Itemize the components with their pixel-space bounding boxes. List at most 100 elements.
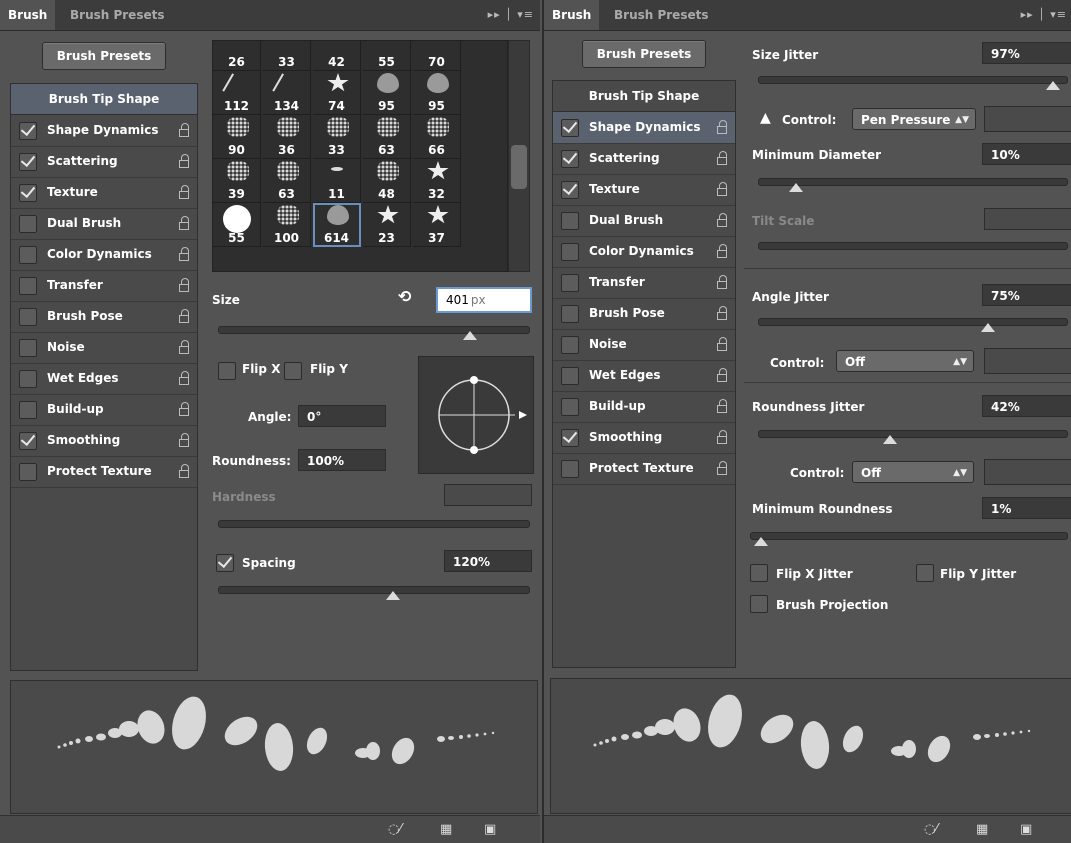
lock-icon[interactable] — [179, 154, 189, 168]
tab-brush[interactable]: Brush — [0, 0, 56, 30]
brush-tip-grid[interactable]: 26 33 42 55 70 112 134 74 95 95 90 36 33 63 66 39 63 11 48… — [212, 40, 508, 272]
brush-tip-cell[interactable]: 42 — [313, 41, 361, 71]
option-checkbox[interactable] — [19, 463, 37, 481]
size-input[interactable]: 401 px — [436, 287, 532, 313]
roundness-jitter-slider[interactable] — [758, 430, 1068, 444]
brush-tip-cell[interactable]: 55 — [363, 41, 411, 71]
size-jitter-input[interactable]: 97% — [982, 42, 1071, 64]
lock-icon[interactable] — [179, 464, 189, 478]
brush-tip-cell[interactable]: 66 — [413, 115, 461, 159]
lock-icon[interactable] — [179, 123, 189, 137]
lock-icon[interactable] — [179, 185, 189, 199]
option-checkbox[interactable] — [561, 150, 579, 168]
option-checkbox[interactable] — [561, 367, 579, 385]
option-transfer[interactable]: Transfer — [553, 267, 735, 299]
brush-tip-cell[interactable]: 33 — [313, 115, 361, 159]
option-checkbox[interactable] — [561, 119, 579, 137]
lock-icon[interactable] — [717, 213, 727, 227]
tab-brush-presets[interactable]: Brush Presets — [606, 0, 716, 30]
option-checkbox[interactable] — [19, 215, 37, 233]
brush-tip-cell[interactable]: 112 — [213, 71, 261, 115]
angle-jitter-input[interactable]: 75% — [982, 284, 1071, 306]
brush-projection-checkbox[interactable] — [750, 595, 768, 613]
brush-tip-cell[interactable]: 90 — [213, 115, 261, 159]
option-checkbox[interactable] — [561, 274, 579, 292]
brush-tip-cell[interactable]: 95 — [413, 71, 461, 115]
brush-tip-cell[interactable]: 37 — [413, 203, 461, 247]
min-roundness-slider[interactable] — [750, 532, 1068, 546]
option-color-dynamics[interactable]: Color Dynamics — [11, 239, 197, 271]
control2-dropdown[interactable]: Off ▲▼ — [836, 350, 974, 372]
tab-brush-presets[interactable]: Brush Presets — [62, 0, 172, 30]
lock-icon[interactable] — [717, 461, 727, 475]
option-color-dynamics[interactable]: Color Dynamics — [553, 236, 735, 268]
create-new-brush-icon[interactable]: ▣ — [1020, 823, 1032, 837]
option-transfer[interactable]: Transfer — [11, 270, 197, 302]
create-new-brush-icon[interactable]: ▣ — [484, 823, 496, 837]
slider-knob[interactable] — [981, 323, 995, 332]
option-noise[interactable]: Noise — [11, 332, 197, 364]
option-checkbox[interactable] — [19, 184, 37, 202]
option-wet-edges[interactable]: Wet Edges — [553, 360, 735, 392]
option-checkbox[interactable] — [19, 246, 37, 264]
option-checkbox[interactable] — [19, 339, 37, 357]
brush-tip-cell[interactable]: 70 — [413, 41, 461, 71]
option-shape-dynamics[interactable]: Shape Dynamics — [11, 115, 197, 147]
option-protect-texture[interactable]: Protect Texture — [553, 453, 735, 485]
brush-tip-cell[interactable]: 11 — [313, 159, 361, 203]
lock-icon[interactable] — [179, 340, 189, 354]
roundness-input[interactable]: 100% — [298, 449, 386, 471]
lock-icon[interactable] — [717, 399, 727, 413]
option-smoothing[interactable]: Smoothing — [553, 422, 735, 454]
spacing-checkbox[interactable] — [216, 554, 234, 572]
option-build-up[interactable]: Build-up — [553, 391, 735, 423]
brush-tip-cell[interactable]: 95 — [363, 71, 411, 115]
min-diameter-slider[interactable] — [758, 178, 1068, 192]
lock-icon[interactable] — [179, 402, 189, 416]
brush-tip-shape-item[interactable]: Brush Tip Shape — [553, 81, 735, 112]
brush-tip-cell[interactable]: 100 — [263, 203, 311, 247]
toggle-bristle-preview-icon[interactable]: ◌⁄ — [388, 823, 402, 837]
option-brush-pose[interactable]: Brush Pose — [553, 298, 735, 330]
tab-brush[interactable]: Brush — [544, 0, 600, 30]
scrollbar-thumb[interactable] — [511, 145, 527, 189]
brush-tip-cell[interactable]: 74 — [313, 71, 361, 115]
option-checkbox[interactable] — [561, 181, 579, 199]
option-texture[interactable]: Texture — [553, 174, 735, 206]
lock-icon[interactable] — [179, 433, 189, 447]
brush-tip-cell[interactable]: 55 — [213, 203, 261, 247]
lock-icon[interactable] — [717, 182, 727, 196]
option-checkbox[interactable] — [19, 370, 37, 388]
option-scattering[interactable]: Scattering — [11, 146, 197, 178]
panel-menu-icon[interactable]: ▸▸ │ ▾≡ — [488, 0, 534, 30]
lock-icon[interactable] — [717, 368, 727, 382]
slider-knob[interactable] — [385, 591, 400, 600]
angle-roundness-widget[interactable] — [418, 356, 534, 474]
brush-tip-cell[interactable]: 48 — [363, 159, 411, 203]
open-preset-manager-icon[interactable]: ▦ — [976, 823, 988, 837]
brush-tip-cell[interactable]: 32 — [413, 159, 461, 203]
option-texture[interactable]: Texture — [11, 177, 197, 209]
brush-tip-cell[interactable]: 39 — [213, 159, 261, 203]
lock-icon[interactable] — [717, 275, 727, 289]
brush-tip-cell[interactable]: 33 — [263, 41, 311, 71]
option-scattering[interactable]: Scattering — [553, 143, 735, 175]
option-checkbox[interactable] — [19, 432, 37, 450]
roundness-jitter-input[interactable]: 42% — [982, 395, 1071, 417]
lock-icon[interactable] — [179, 309, 189, 323]
spacing-slider[interactable] — [218, 586, 530, 600]
lock-icon[interactable] — [717, 120, 727, 134]
open-preset-manager-icon[interactable]: ▦ — [440, 823, 452, 837]
min-diameter-input[interactable]: 10% — [982, 143, 1071, 165]
lock-icon[interactable] — [179, 216, 189, 230]
option-checkbox[interactable] — [561, 460, 579, 478]
brush-tip-shape-item[interactable]: Brush Tip Shape — [11, 84, 197, 115]
option-checkbox[interactable] — [561, 212, 579, 230]
flip-y-jitter-checkbox[interactable] — [916, 564, 934, 582]
option-dual-brush[interactable]: Dual Brush — [11, 208, 197, 240]
lock-icon[interactable] — [179, 278, 189, 292]
brush-tip-cell[interactable]: 63 — [263, 159, 311, 203]
option-checkbox[interactable] — [561, 398, 579, 416]
option-checkbox[interactable] — [19, 277, 37, 295]
brush-tip-cell[interactable]: 23 — [363, 203, 411, 247]
